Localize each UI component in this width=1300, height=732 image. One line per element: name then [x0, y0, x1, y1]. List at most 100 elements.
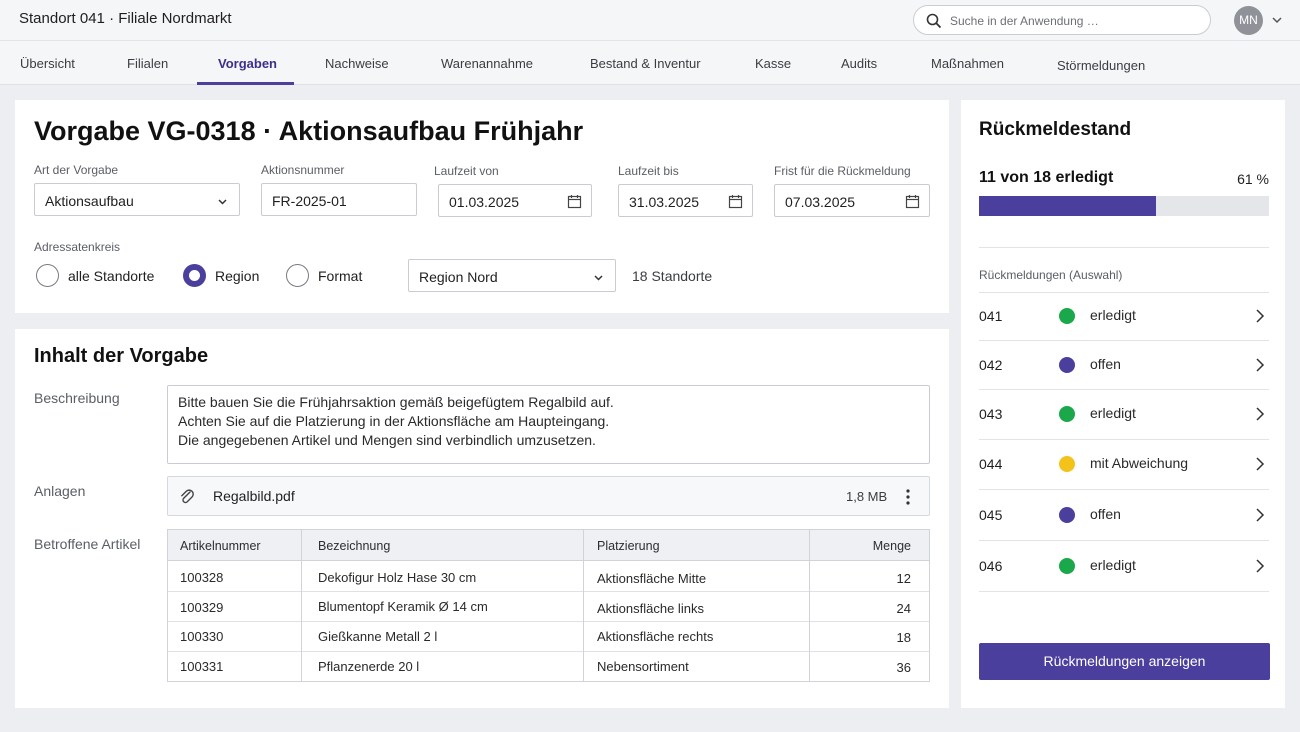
action-number-label: Aktionsnummer	[261, 163, 345, 177]
feedback-status: erledigt	[1090, 405, 1136, 421]
chevron-right-icon[interactable]	[1254, 508, 1266, 522]
column-divider	[583, 530, 584, 681]
more-vertical-icon[interactable]	[905, 488, 911, 506]
feedback-location-id: 044	[979, 456, 1003, 472]
progress-bar	[979, 196, 1269, 216]
calendar-icon[interactable]	[905, 194, 920, 209]
description-line: Bitte bauen Sie die Frühjahrsaktion gemä…	[178, 394, 614, 410]
cell-placement: Aktionsfläche links	[597, 601, 704, 616]
description-line: Achten Sie auf die Platzierung in der Ak…	[178, 413, 610, 429]
row-divider	[168, 621, 929, 622]
cell-placement: Aktionsfläche Mitte	[597, 571, 707, 586]
location-count: 18 Standorte	[632, 268, 713, 284]
search-input[interactable]: Suche in der Anwendung …	[913, 5, 1211, 35]
chevron-right-icon[interactable]	[1254, 457, 1266, 471]
tab-nachweise[interactable]: Nachweise	[325, 56, 389, 71]
cell-quantity: 12	[896, 571, 911, 586]
cell-description: Dekofigur Holz Hase 30 cm	[318, 570, 477, 585]
end-date-field[interactable]: 31.03.2025	[618, 184, 753, 217]
tab-kasse[interactable]: Kasse	[755, 56, 791, 71]
show-feedback-button[interactable]: Rückmeldungen anzeigen	[979, 643, 1270, 680]
radio-region[interactable]	[183, 264, 206, 287]
avatar[interactable]: MN	[1234, 6, 1263, 35]
column-divider	[809, 530, 810, 681]
feedback-status: mit Abweichung	[1090, 455, 1189, 471]
divider	[979, 591, 1269, 592]
cell-quantity: 24	[896, 601, 911, 616]
cell-quantity: 18	[896, 630, 911, 645]
radio-all-locations[interactable]	[36, 264, 59, 287]
region-value: Region Nord	[419, 269, 498, 285]
feedback-list-label: Rückmeldungen (Auswahl)	[979, 268, 1123, 282]
deadline-label: Frist für die Rückmeldung	[774, 164, 911, 178]
divider	[979, 439, 1269, 440]
tab-uebersicht[interactable]: Übersicht	[20, 56, 75, 71]
type-label: Art der Vorgabe	[34, 163, 119, 177]
radio-format-label[interactable]: Format	[318, 268, 362, 284]
chevron-down-icon	[594, 275, 603, 281]
status-dot-icon	[1059, 558, 1075, 574]
description-line: Die angegebenen Artikel und Mengen sind …	[178, 432, 596, 448]
status-dot-icon	[1059, 456, 1075, 472]
calendar-icon[interactable]	[567, 194, 582, 209]
tab-bestand-inventur[interactable]: Bestand & Inventur	[590, 56, 701, 71]
cell-article-number: 100330	[180, 629, 224, 644]
calendar-icon[interactable]	[728, 194, 743, 209]
radio-all-locations-label[interactable]: alle Standorte	[68, 268, 154, 284]
attachment-size: 1,8 MB	[846, 489, 888, 504]
radio-region-label[interactable]: Region	[215, 268, 259, 284]
cell-article-number: 100329	[180, 600, 224, 615]
feedback-summary: 11 von 18 erledigt	[979, 169, 1114, 186]
page-title: Vorgabe VG-0318 · Aktionsaufbau Frühjahr	[34, 116, 584, 146]
feedback-status: erledigt	[1090, 307, 1136, 323]
tab-stoermeldungen[interactable]: Störmeldungen	[1057, 58, 1145, 73]
column-header[interactable]: Artikelnummer	[180, 539, 261, 553]
attachment-item[interactable]: Regalbild.pdf 1,8 MB	[167, 476, 930, 516]
column-header[interactable]: Platzierung	[597, 539, 660, 553]
section-title: Inhalt der Vorgabe	[34, 345, 209, 367]
search-icon	[926, 13, 942, 29]
feedback-card	[961, 100, 1285, 708]
action-number-value: FR-2025-01	[272, 193, 347, 209]
chevron-down-icon	[218, 199, 227, 205]
status-dot-icon	[1059, 406, 1075, 422]
radio-format[interactable]	[286, 264, 309, 287]
cell-description: Pflanzenerde 20 l	[318, 659, 420, 674]
top-bar: Standort 041 · Filiale Nordmarkt Suche i…	[0, 0, 1300, 40]
tab-massnahmen[interactable]: Maßnahmen	[931, 56, 1004, 71]
chevron-right-icon[interactable]	[1254, 559, 1266, 573]
status-dot-icon	[1059, 357, 1075, 373]
divider	[979, 540, 1269, 541]
description-textarea[interactable]: Bitte bauen Sie die Frühjahrsaktion gemä…	[167, 385, 930, 464]
chevron-right-icon[interactable]	[1254, 407, 1266, 421]
recipients-label: Adressatenkreis	[34, 240, 121, 254]
chevron-down-icon[interactable]	[1271, 14, 1283, 26]
tab-audits[interactable]: Audits	[841, 56, 877, 71]
column-header[interactable]: Menge	[873, 539, 911, 553]
description-label: Beschreibung	[34, 390, 120, 406]
main-nav: Übersicht Filialen Vorgaben Nachweise Wa…	[0, 40, 1300, 85]
chevron-right-icon[interactable]	[1254, 309, 1266, 323]
divider	[979, 340, 1269, 341]
status-dot-icon	[1059, 308, 1075, 324]
status-dot-icon	[1059, 507, 1075, 523]
row-divider	[168, 651, 929, 652]
tab-vorgaben[interactable]: Vorgaben	[218, 56, 277, 71]
region-select[interactable]: Region Nord	[408, 259, 616, 292]
feedback-location-id: 045	[979, 507, 1003, 523]
progress-percent: 61 %	[1237, 171, 1269, 187]
deadline-field[interactable]: 07.03.2025	[774, 184, 930, 217]
divider	[979, 489, 1269, 490]
search-placeholder: Suche in der Anwendung …	[950, 14, 1099, 28]
action-number-field[interactable]: FR-2025-01	[261, 183, 417, 216]
attachment-name[interactable]: Regalbild.pdf	[213, 488, 295, 504]
column-header[interactable]: Bezeichnung	[318, 539, 390, 553]
tab-filialen[interactable]: Filialen	[127, 56, 168, 71]
type-select[interactable]: Aktionsaufbau	[34, 183, 240, 216]
start-date-field[interactable]: 01.03.2025	[438, 184, 592, 217]
chevron-right-icon[interactable]	[1254, 358, 1266, 372]
app-title: Standort 041 · Filiale Nordmarkt	[19, 10, 232, 27]
type-value: Aktionsaufbau	[45, 193, 134, 209]
start-date-value: 01.03.2025	[449, 194, 520, 210]
tab-warenannahme[interactable]: Warenannahme	[441, 56, 533, 71]
